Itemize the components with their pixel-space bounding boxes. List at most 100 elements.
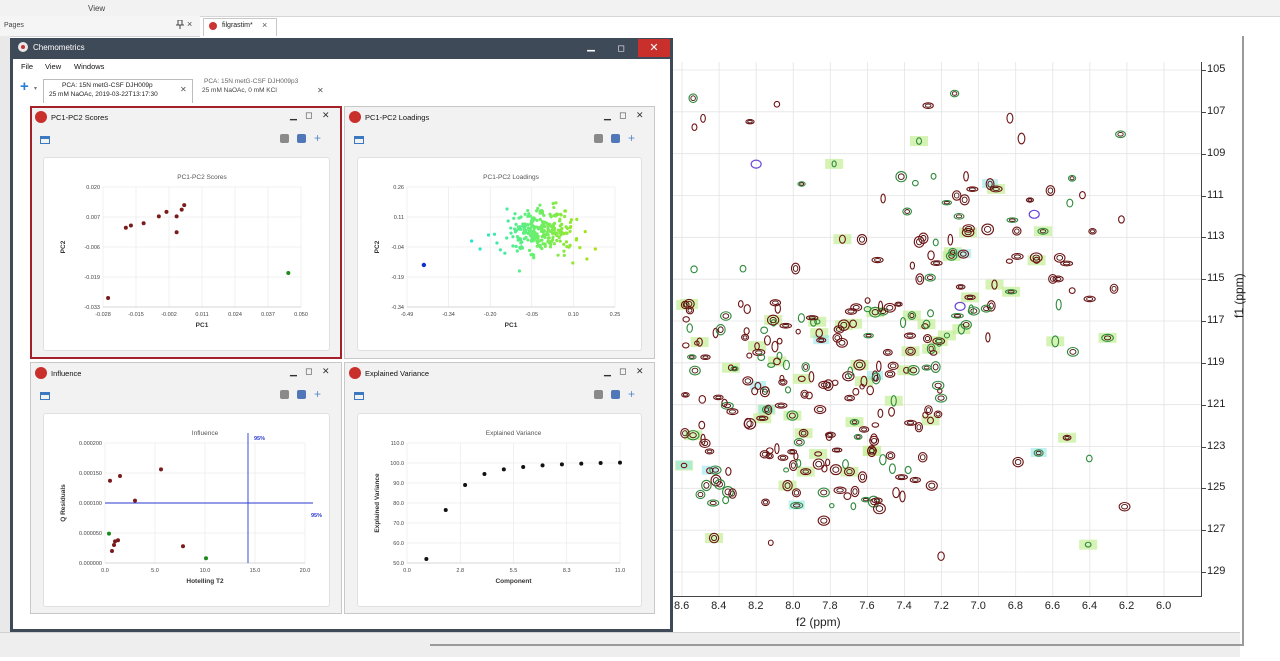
maximize-button[interactable]: ◻ <box>619 366 626 377</box>
data-point <box>503 251 507 255</box>
menu-view[interactable]: View <box>45 62 61 71</box>
sidebar-edge <box>0 36 10 656</box>
close-button[interactable]: ✕ <box>636 366 644 377</box>
table-icon[interactable] <box>354 136 364 144</box>
peak-contour <box>812 458 825 470</box>
close-button[interactable]: ✕ <box>322 366 330 377</box>
peak-contour <box>934 393 948 403</box>
data-point <box>509 231 513 235</box>
peak-contour <box>924 335 931 342</box>
peak-contour <box>689 355 695 359</box>
close-icon[interactable]: × <box>187 19 192 29</box>
y-tick-label: 0.11 <box>394 215 404 221</box>
y-tick-label: 110.0 <box>391 441 404 447</box>
table-icon[interactable] <box>40 392 50 400</box>
minimize-button[interactable]: ▁ <box>578 40 604 56</box>
minimize-button[interactable]: ▁ <box>290 366 297 377</box>
zoom-tool-icon[interactable] <box>297 134 306 143</box>
influence-chart[interactable]: Influence 0.0 5.0 10.0 15.0 20.0 0.000200 0.000… <box>43 413 330 607</box>
maximize-button[interactable]: ◻ <box>608 40 634 56</box>
window-title: Chemometrics <box>33 43 85 52</box>
add-tab-icon[interactable]: + <box>20 79 29 94</box>
crosshair-icon[interactable]: + <box>628 132 635 144</box>
close-icon[interactable]: ✕ <box>180 85 187 94</box>
peak-contour <box>924 273 936 282</box>
peak-contour <box>1055 298 1062 311</box>
peak-contour <box>961 196 968 204</box>
data-point <box>546 233 550 237</box>
peak-contour <box>801 362 810 372</box>
close-icon[interactable]: ✕ <box>317 86 324 95</box>
zoom-tool-icon[interactable] <box>611 390 620 399</box>
tab-label-line2[interactable]: 25 mM NaOAc, 0 mM KCl <box>202 87 277 94</box>
data-point <box>470 239 474 243</box>
peak-contour <box>682 342 690 349</box>
tab-label-line1[interactable]: PCA: 15N metG-CSF DJH009p3 <box>204 78 298 85</box>
maximize-button[interactable]: ◻ <box>305 366 312 377</box>
variance-chart[interactable]: Explained Variance 0.0 2.8 5.5 8.3 11.0 110.0 1… <box>357 413 642 607</box>
peak-contour <box>789 450 796 454</box>
data-point <box>515 249 519 253</box>
data-point <box>533 233 537 238</box>
menu-view[interactable]: View <box>88 4 105 13</box>
chevron-down-icon[interactable]: ▾ <box>34 85 37 92</box>
peak-contour <box>703 482 710 489</box>
close-button[interactable]: ✕ <box>638 39 670 57</box>
peak-contour <box>796 439 803 445</box>
nmr-spectrum[interactable] <box>672 62 1202 596</box>
close-icon[interactable]: × <box>262 20 267 30</box>
peak-contour <box>698 420 706 430</box>
peak-contour <box>691 367 699 374</box>
zoom-tool-icon[interactable] <box>297 390 306 399</box>
table-icon[interactable] <box>40 136 50 144</box>
select-tool-icon[interactable] <box>594 390 603 399</box>
loadings-chart[interactable]: PC1-PC2 Loadings-0.49 -0.34 -0.20 -0.05 0.10… <box>357 157 642 351</box>
peak-contour <box>821 464 828 473</box>
close-button[interactable]: ✕ <box>322 110 330 121</box>
peak-contour <box>691 123 698 132</box>
menu-file[interactable]: File <box>21 62 33 71</box>
crosshair-icon[interactable]: + <box>314 388 321 400</box>
data-point <box>511 244 515 248</box>
table-icon[interactable] <box>354 392 364 400</box>
tab-label-line1: PCA: 15N metG-CSF DJH009p <box>62 82 153 89</box>
data-point <box>548 229 552 234</box>
maximize-button[interactable]: ◻ <box>305 110 312 121</box>
peak-contour <box>897 173 905 180</box>
data-point <box>542 213 546 218</box>
data-point <box>159 467 163 472</box>
peak-contour <box>916 424 922 431</box>
peak-contour <box>886 304 894 311</box>
pin-icon[interactable] <box>176 20 184 29</box>
peak-contour <box>820 489 828 496</box>
zoom-tool-icon[interactable] <box>611 134 620 143</box>
peak-contour <box>855 435 861 439</box>
menu-windows[interactable]: Windows <box>74 62 104 71</box>
data-point <box>116 538 120 543</box>
crosshair-icon[interactable]: + <box>628 388 635 400</box>
close-button[interactable]: ✕ <box>636 110 644 121</box>
minimize-button[interactable]: ▁ <box>604 110 611 121</box>
panel-logo-icon <box>349 367 361 379</box>
select-tool-icon[interactable] <box>594 134 603 143</box>
maximize-button[interactable]: ◻ <box>619 110 626 121</box>
select-tool-icon[interactable] <box>280 390 289 399</box>
select-tool-icon[interactable] <box>280 134 289 143</box>
peak-contour <box>904 209 910 214</box>
x-axis-label: Component <box>495 578 532 585</box>
x-tick-label: 0.037 <box>261 312 275 318</box>
y-tick-mark <box>1202 488 1206 490</box>
peak-contour <box>934 382 942 389</box>
peak-contour <box>892 487 900 499</box>
crosshair-icon[interactable]: + <box>314 132 321 144</box>
minimize-button[interactable]: ▁ <box>604 366 611 377</box>
minimize-button[interactable]: ▁ <box>290 110 297 121</box>
peak-highlight <box>850 359 869 370</box>
x-tick-label: 5.5 <box>510 568 518 574</box>
peak-contour <box>874 258 882 262</box>
data-point <box>286 271 291 276</box>
data-point <box>571 261 575 265</box>
scores-chart[interactable]: PC1-PC2 Scores -0.028 -0.015 -0.002 0.011 0.0… <box>43 157 330 351</box>
data-point <box>541 232 546 237</box>
data-point <box>583 230 587 234</box>
